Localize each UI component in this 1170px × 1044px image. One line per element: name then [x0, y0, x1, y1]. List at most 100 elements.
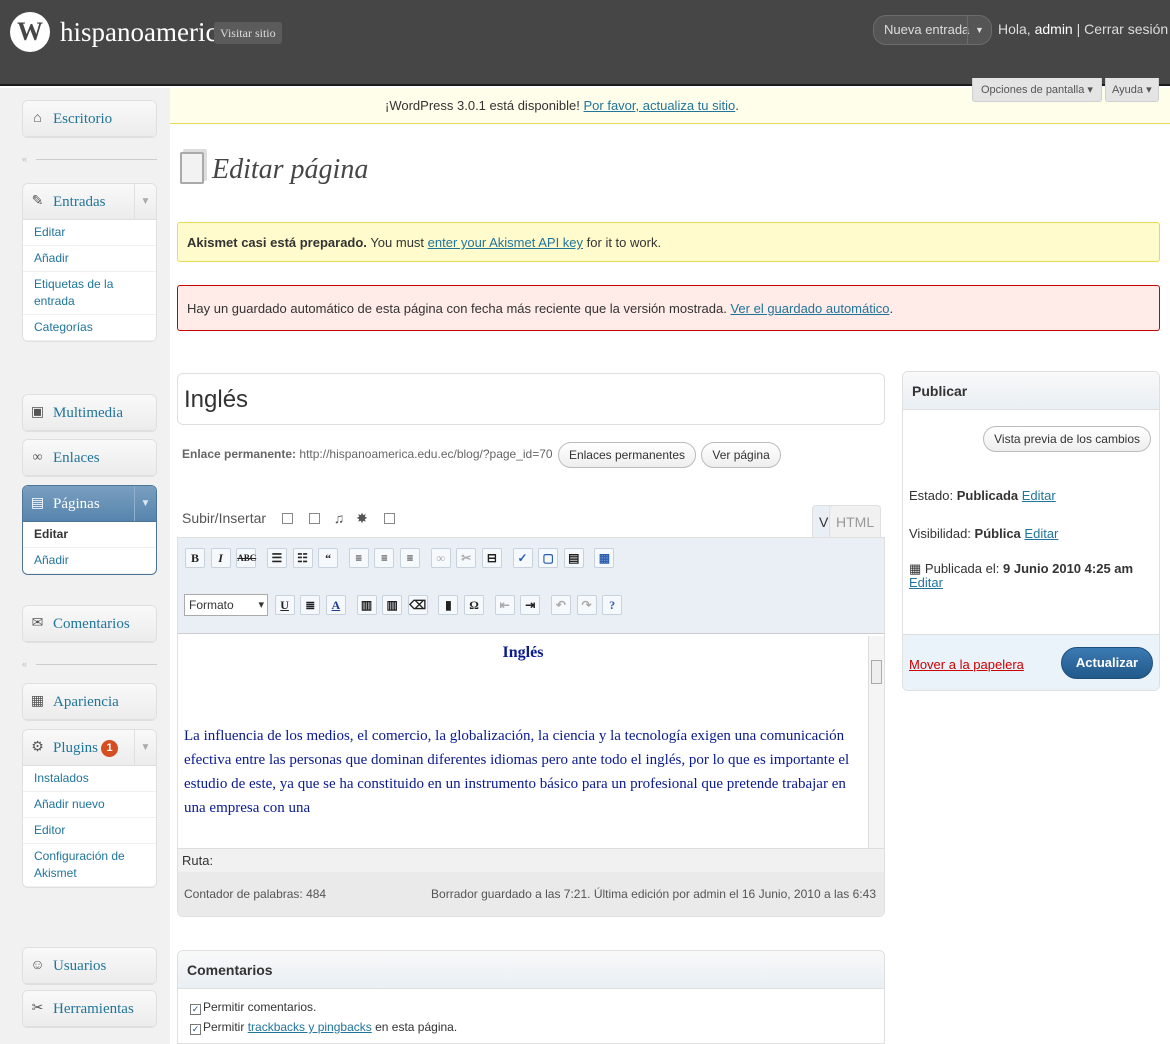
- help-icon[interactable]: ?: [602, 595, 623, 615]
- menu-separator[interactable]: «: [22, 154, 157, 164]
- redo-icon[interactable]: ↷: [576, 595, 597, 615]
- paste-text-icon[interactable]: ▥: [356, 595, 377, 615]
- paste-word-icon[interactable]: ▥: [382, 595, 403, 615]
- allow-pings-checkbox[interactable]: ✓: [190, 1024, 201, 1035]
- trackbacks-link[interactable]: trackbacks y pingbacks: [248, 1020, 372, 1034]
- link-icon: ∞: [32, 450, 43, 465]
- toolbar-toggle-icon[interactable]: ▤: [563, 548, 584, 568]
- format-select[interactable]: Formato: [184, 594, 268, 616]
- sidebar-item-links[interactable]: ∞ Enlaces: [23, 440, 156, 476]
- indent-icon[interactable]: ⇥: [520, 595, 541, 615]
- sidebar-subitem-pages-edit[interactable]: Editar: [23, 522, 156, 548]
- fullscreen-icon[interactable]: ▢: [538, 548, 559, 568]
- akismet-key-link[interactable]: enter your Akismet API key: [428, 235, 583, 250]
- sidebar-subitem-plugins-add[interactable]: Añadir nuevo: [23, 792, 156, 818]
- insert-form-icon[interactable]: ▦: [594, 548, 615, 568]
- visit-site-button[interactable]: Visitar sitio: [214, 22, 282, 44]
- add-document-icon[interactable]: [383, 513, 395, 524]
- blockquote-icon[interactable]: “: [318, 548, 339, 568]
- submenu-toggle[interactable]: ▼: [134, 486, 156, 521]
- special-char-icon[interactable]: Ω: [464, 595, 484, 615]
- underline-icon[interactable]: U: [274, 595, 295, 615]
- allow-comments-checkbox[interactable]: ✓: [190, 1004, 201, 1015]
- title-input[interactable]: Inglés: [177, 373, 885, 425]
- undo-icon[interactable]: ↶: [550, 595, 571, 615]
- akismet-notice: Akismet casi está preparado. You must en…: [177, 222, 1160, 262]
- screen-options-button[interactable]: Opciones de pantalla ▾: [972, 78, 1102, 102]
- publish-metabox-title[interactable]: Publicar: [903, 372, 1159, 410]
- sidebar-item-plugins[interactable]: ⚙ Plugins 1 ▼: [23, 730, 156, 766]
- sidebar-item-posts[interactable]: ✎ Entradas ▼: [23, 184, 156, 220]
- menu-separator[interactable]: «: [22, 659, 157, 669]
- logout-link[interactable]: Cerrar sesión: [1084, 21, 1168, 37]
- move-to-trash-link[interactable]: Mover a la papelera: [909, 657, 1024, 672]
- sidebar-item-dashboard[interactable]: ⌂ Escritorio: [23, 101, 156, 137]
- chevron-down-icon: ▾: [1146, 84, 1152, 96]
- user-name-link[interactable]: admin: [1035, 21, 1073, 37]
- view-page-button[interactable]: Ver página: [701, 442, 781, 468]
- editor-content[interactable]: Inglés La influencia de los medios, el c…: [178, 636, 868, 848]
- sidebar-item-appearance[interactable]: ▦ Apariencia: [23, 684, 156, 720]
- sidebar-subitem-plugins-editor[interactable]: Editor: [23, 818, 156, 844]
- submenu-toggle[interactable]: ▼: [134, 730, 156, 765]
- sidebar-item-tools[interactable]: ✂ Herramientas: [23, 991, 156, 1027]
- add-media-icon[interactable]: ✸: [356, 510, 368, 526]
- chevron-down-icon[interactable]: ▼: [967, 16, 991, 44]
- greeting: Hola,: [998, 21, 1031, 37]
- add-video-icon[interactable]: [308, 513, 320, 524]
- italic-icon[interactable]: I: [210, 548, 231, 568]
- edit-date-link[interactable]: Editar: [909, 575, 943, 590]
- outdent-icon[interactable]: ⇤: [494, 595, 515, 615]
- scrollbar-thumb[interactable]: [871, 660, 882, 684]
- sidebar-subitem-akismet-config[interactable]: Configuración de Akismet: [23, 844, 156, 887]
- tab-html[interactable]: HTML: [829, 505, 882, 537]
- text-color-icon[interactable]: A: [325, 595, 346, 615]
- numbered-list-icon[interactable]: ☷: [292, 548, 313, 568]
- permalinks-button[interactable]: Enlaces permanentes: [557, 442, 697, 468]
- spellcheck-icon[interactable]: ✓: [512, 548, 533, 568]
- toolbar-row-1: B I ABC ☰ ☷ “ ≡ ≡ ≡ ∞ ✂ ⊟ ✓ ▢ ▤ ▦: [184, 548, 615, 576]
- sidebar-item-pages[interactable]: ▤ Páginas ▼: [23, 486, 156, 522]
- align-right-icon[interactable]: ≡: [400, 548, 420, 568]
- sidebar-subitem-posts-categories[interactable]: Categorías: [23, 315, 156, 341]
- sidebar-subitem-plugins-installed[interactable]: Instalados: [23, 766, 156, 792]
- media-icon[interactable]: ▮: [438, 595, 459, 615]
- preview-changes-button[interactable]: Vista previa de los cambios: [983, 426, 1151, 452]
- wordpress-logo-icon[interactable]: W: [10, 12, 50, 52]
- submenu-toggle[interactable]: ▼: [134, 184, 156, 219]
- sidebar-subitem-pages-add[interactable]: Añadir: [23, 548, 156, 574]
- strikethrough-icon[interactable]: ABC: [236, 548, 256, 568]
- align-center-icon[interactable]: ≡: [374, 548, 395, 568]
- sidebar-item-comments[interactable]: ✉ Comentarios: [23, 606, 156, 642]
- edit-visibility-link[interactable]: Editar: [1024, 526, 1058, 541]
- add-audio-icon[interactable]: ♫: [334, 510, 345, 526]
- site-name[interactable]: hispanoamerica: [60, 10, 229, 54]
- link-icon[interactable]: ∞: [430, 548, 451, 568]
- sidebar-subitem-posts-add[interactable]: Añadir: [23, 246, 156, 272]
- publish-metabox: Publicar Vista previa de los cambios Est…: [902, 371, 1160, 691]
- menu-dashboard[interactable]: ⌂ Escritorio: [22, 100, 157, 138]
- bullet-list-icon[interactable]: ☰: [266, 548, 287, 568]
- sidebar-subitem-posts-edit[interactable]: Editar: [23, 220, 156, 246]
- sidebar-item-media[interactable]: ▣ Multimedia: [23, 395, 156, 431]
- unlink-icon[interactable]: ✂: [456, 548, 477, 568]
- align-left-icon[interactable]: ≡: [348, 548, 369, 568]
- permalink-url[interactable]: http://hispanoamerica.edu.ec/blog/?page_…: [299, 447, 552, 461]
- comments-metabox-title[interactable]: Comentarios: [178, 951, 884, 989]
- appearance-icon: ▦: [30, 694, 45, 709]
- help-button[interactable]: Ayuda ▾: [1105, 78, 1159, 102]
- justify-icon[interactable]: ≣: [300, 595, 321, 615]
- eraser-icon[interactable]: ⌫: [407, 595, 428, 615]
- edit-status-link[interactable]: Editar: [1022, 488, 1056, 503]
- update-link[interactable]: Por favor, actualiza tu sitio: [584, 98, 736, 113]
- favorite-actions-button[interactable]: Nueva entrada ▼: [873, 15, 992, 45]
- bold-icon[interactable]: B: [185, 548, 205, 568]
- more-tag-icon[interactable]: ⊟: [481, 548, 502, 568]
- sidebar-item-users[interactable]: ☺ Usuarios: [23, 948, 156, 984]
- update-button[interactable]: Actualizar: [1061, 647, 1153, 679]
- users-icon: ☺: [30, 958, 45, 973]
- sidebar-subitem-posts-tags[interactable]: Etiquetas de la entrada: [23, 272, 156, 315]
- add-image-icon[interactable]: [281, 513, 293, 524]
- editor-scrollbar[interactable]: [868, 636, 884, 848]
- view-autosave-link[interactable]: Ver el guardado automático: [730, 301, 889, 316]
